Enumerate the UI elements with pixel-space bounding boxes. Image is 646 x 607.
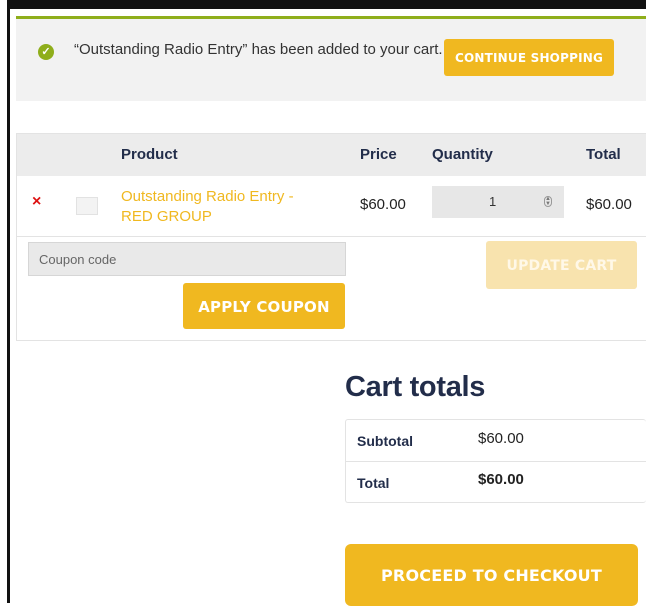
header-product: Product [121,146,178,163]
product-thumbnail[interactable] [76,197,98,215]
cart-table: Product Price Quantity Total × Outstandi… [16,133,646,341]
notice-message: “Outstanding Radio Entry” has been added… [74,41,443,58]
subtotal-row: Subtotal $60.00 [346,420,646,462]
remove-icon[interactable]: × [32,193,41,211]
header-quantity: Quantity [432,146,493,163]
quantity-stepper[interactable]: 1 ▲ ▼ [432,186,564,218]
cart-table-header: Product Price Quantity Total [17,134,646,176]
added-to-cart-notice: ✓ “Outstanding Radio Entry” has been add… [16,16,646,101]
subtotal-value: $60.00 [478,430,524,447]
product-name-link[interactable]: Outstanding Radio Entry - RED GROUP [121,187,321,227]
coupon-code-input[interactable] [28,242,346,276]
window-frame-top [7,0,646,9]
quantity-value[interactable]: 1 [489,186,496,218]
subtotal-label: Subtotal [357,433,413,449]
total-label: Total [357,475,390,491]
window-frame-left [7,0,10,603]
product-price: $60.00 [360,196,406,213]
update-cart-button[interactable]: Update cart [486,241,637,289]
apply-coupon-button[interactable]: Apply coupon [183,283,345,329]
total-row: Total $60.00 [346,461,646,502]
header-total: Total [586,146,621,163]
proceed-to-checkout-button[interactable]: Proceed to checkout [345,544,638,606]
check-circle-icon: ✓ [38,44,54,60]
header-price: Price [360,146,397,163]
total-value: $60.00 [478,471,524,488]
table-row: × Outstanding Radio Entry - RED GROUP $6… [17,176,646,237]
cart-totals-table: Subtotal $60.00 Total $60.00 [345,419,646,503]
line-total: $60.00 [586,196,632,213]
stepper-icon[interactable]: ▲ ▼ [544,196,552,207]
continue-shopping-button[interactable]: Continue shopping [444,39,614,76]
cart-totals-title: Cart totals [345,371,486,403]
